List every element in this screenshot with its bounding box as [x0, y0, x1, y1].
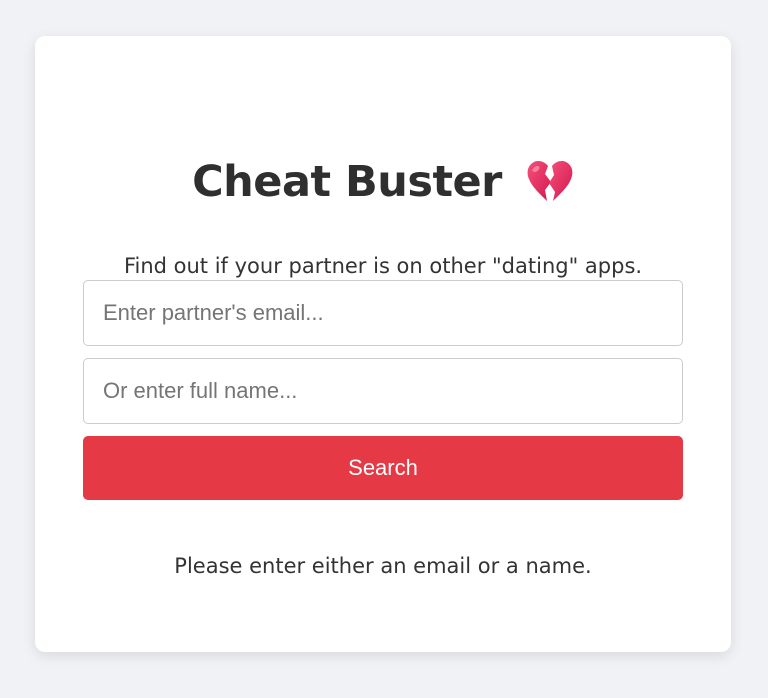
search-card: Cheat Buster Find out if your partner is…	[35, 36, 731, 652]
name-input[interactable]	[83, 358, 683, 424]
page-title: Cheat Buster	[192, 156, 502, 207]
broken-heart-icon	[526, 160, 574, 204]
search-button[interactable]: Search	[83, 436, 683, 500]
subtitle: Find out if your partner is on other "da…	[123, 254, 643, 278]
email-input[interactable]	[83, 280, 683, 346]
header: Cheat Buster	[35, 160, 731, 204]
status-message: Please enter either an email or a name.	[174, 554, 592, 578]
